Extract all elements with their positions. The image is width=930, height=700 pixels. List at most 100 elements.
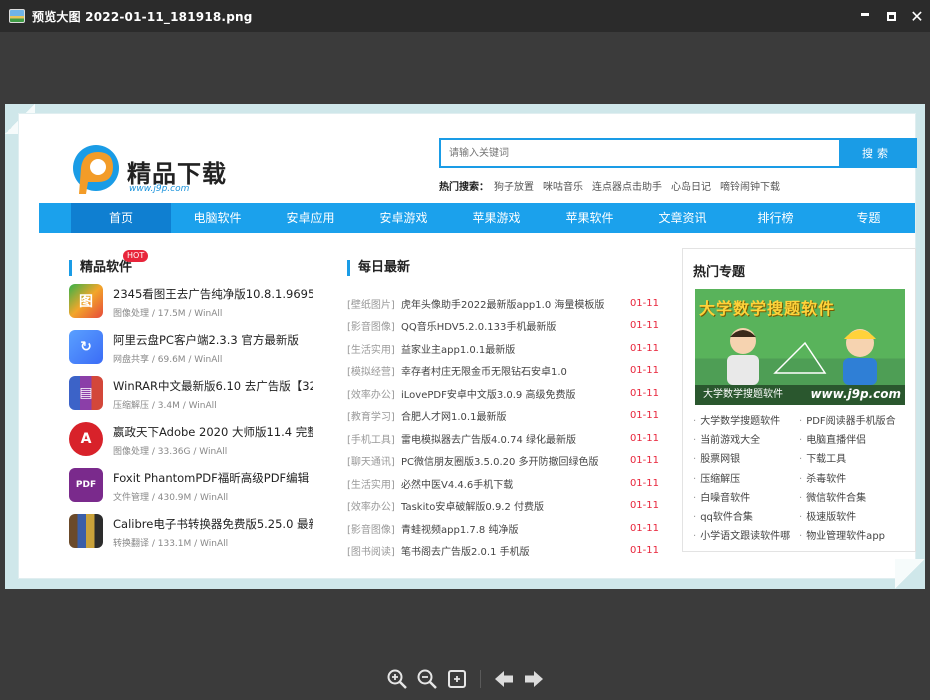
topic-link[interactable]: 物业管理软件app <box>799 528 909 546</box>
pdf-icon: PDF <box>69 468 103 502</box>
next-image-button[interactable] <box>523 668 545 690</box>
news-category: [图书阅读] <box>347 547 395 559</box>
nav-item-topics[interactable]: 专题 <box>822 203 915 233</box>
topic-link[interactable]: PDF阅读器手机版合 <box>799 413 909 431</box>
software-name: 2345看图王去广告纯净版10.8.1.9695 <box>113 287 313 301</box>
arrow-right-icon <box>524 671 543 687</box>
search-button[interactable]: 搜索 <box>839 140 915 166</box>
software-item[interactable]: ▤ WinRAR中文最新版6.10 去广告版【32 压缩解压 / 3.4M / … <box>69 376 319 422</box>
software-name: WinRAR中文最新版6.10 去广告版【32 <box>113 379 313 393</box>
adobe-icon: A <box>69 422 103 456</box>
news-item[interactable]: [影音图像] 青蛙视频app1.7.8 纯净版 01-11 <box>347 517 659 540</box>
news-item[interactable]: [效率办公] Taskito安卓破解版0.9.2 付费版 01-11 <box>347 495 659 518</box>
topic-link[interactable]: 电脑直播伴侣 <box>799 432 909 450</box>
nav-item-news[interactable]: 文章资讯 <box>636 203 729 233</box>
news-title: iLovePDF安卓中文版3.0.9 高级免费版 <box>401 389 576 401</box>
search-input[interactable] <box>441 140 839 166</box>
news-item[interactable]: [生活实用] 益家业主app1.0.1最新版 01-11 <box>347 337 659 360</box>
previous-image-button[interactable] <box>493 668 515 690</box>
news-date: 01-11 <box>629 387 659 399</box>
nav-item-ranking[interactable]: 排行榜 <box>729 203 822 233</box>
toolbar-separator <box>479 670 481 688</box>
nav-item-ios-software[interactable]: 苹果软件 <box>543 203 636 233</box>
software-item[interactable]: A 嬴政天下Adobe 2020 大师版11.4 完整 图像处理 / 33.36… <box>69 422 319 468</box>
site-logo[interactable]: 精品下载 www.j9p.com <box>71 144 261 204</box>
news-item[interactable]: [手机工具] 雷电模拟器去广告版4.0.74 绿化最新版 01-11 <box>347 427 659 450</box>
news-item[interactable]: [模拟经营] 幸存者村庄无限金币无限钻石安卓1.0 01-11 <box>347 360 659 383</box>
news-date: 01-11 <box>629 545 659 557</box>
news-item[interactable]: [影音图像] QQ音乐HDV5.2.0.133手机最新版 01-11 <box>347 315 659 338</box>
topic-link[interactable]: 杀毒软件 <box>799 471 909 489</box>
zoom-out-button[interactable] <box>416 668 438 690</box>
banner-url: www.j9p.com <box>810 387 901 401</box>
software-item[interactable]: 图 2345看图王去广告纯净版10.8.1.9695 图像处理 / 17.5M … <box>69 284 319 330</box>
news-category: [壁纸图片] <box>347 299 395 311</box>
software-name: Calibre电子书转换器免费版5.25.0 最新 <box>113 517 313 531</box>
hot-search-word[interactable]: 咪咕音乐 <box>543 178 583 193</box>
nav-item-ios-games[interactable]: 苹果游戏 <box>450 203 543 233</box>
topic-banner[interactable]: 大学数学搜题软件 大学数学搜题软件 www.j9p.com <box>695 289 905 405</box>
software-list: 图 2345看图王去广告纯净版10.8.1.9695 图像处理 / 17.5M … <box>69 284 319 560</box>
topic-link[interactable]: 极速版软件 <box>799 509 909 527</box>
cloud-drive-icon: ↻ <box>69 330 103 364</box>
topic-link[interactable]: 股票网银 <box>693 451 799 469</box>
maximize-button[interactable] <box>878 0 904 32</box>
software-item[interactable]: Calibre电子书转换器免费版5.25.0 最新 转换翻译 / 133.1M … <box>69 514 319 560</box>
topic-link[interactable]: 白噪音软件 <box>693 490 799 508</box>
software-meta: 转换翻译 / 133.1M / WinAll <box>113 539 229 549</box>
hot-search-word[interactable]: 连点器点击助手 <box>592 178 662 193</box>
news-category: [手机工具] <box>347 434 395 446</box>
close-button[interactable]: ✕ <box>904 0 930 32</box>
hot-search-word[interactable]: 嘀铃闹钟下载 <box>720 178 780 193</box>
topic-link[interactable]: 当前游戏大全 <box>693 432 799 450</box>
image-file-icon <box>9 9 25 23</box>
news-title: 合肥人才网1.0.1最新版 <box>401 412 507 424</box>
software-name: 嬴政天下Adobe 2020 大师版11.4 完整 <box>113 425 313 439</box>
news-list: [壁纸图片] 虎年头像助手2022最新版app1.0 海量模板版 01-11 [影音… <box>347 292 659 562</box>
topic-link[interactable]: 压缩解压 <box>693 471 799 489</box>
news-item[interactable]: [图书阅读] 笔书阁去广告版2.0.1 手机版 01-11 <box>347 540 659 563</box>
topic-links: 大学数学搜题软件 PDF阅读器手机版合 当前游戏大全 电脑直播伴侣 股票网银 下… <box>693 413 913 546</box>
news-item[interactable]: [聊天通讯] PC微信朋友圈版3.5.0.20 多开防撤回绿色版 01-11 <box>347 450 659 473</box>
topic-link[interactable]: 大学数学搜题软件 <box>693 413 799 431</box>
nav-item-pc-software[interactable]: 电脑软件 <box>171 203 264 233</box>
news-category: [模拟经营] <box>347 367 395 379</box>
preview-image: 精品下载 www.j9p.com 搜索 热门搜索： 狗子放置 咪咕音乐 连点器点… <box>5 104 925 589</box>
software-meta: 图像处理 / 17.5M / WinAll <box>113 309 223 319</box>
webpage-screenshot: 精品下载 www.j9p.com 搜索 热门搜索： 狗子放置 咪咕音乐 连点器点… <box>19 114 917 578</box>
news-item[interactable]: [壁纸图片] 虎年头像助手2022最新版app1.0 海量模板版 01-11 <box>347 292 659 315</box>
news-date: 01-11 <box>629 477 659 489</box>
fit-to-window-button[interactable] <box>446 668 468 690</box>
window-controls: ✕ <box>852 0 930 32</box>
news-title: Taskito安卓破解版0.9.2 付费版 <box>401 502 545 514</box>
news-item[interactable]: [效率办公] iLovePDF安卓中文版3.0.9 高级免费版 01-11 <box>347 382 659 405</box>
site-content: 精品下载 www.j9p.com 搜索 热门搜索： 狗子放置 咪咕音乐 连点器点… <box>27 114 917 578</box>
logo-url: www.j9p.com <box>129 184 190 194</box>
software-meta: 文件管理 / 430.9M / WinAll <box>113 493 229 503</box>
minimize-button[interactable] <box>852 0 878 32</box>
maximize-icon <box>886 11 896 21</box>
zoom-in-button[interactable] <box>386 668 408 690</box>
nav-item-android-apps[interactable]: 安卓应用 <box>264 203 357 233</box>
topics-title: 热门专题 <box>693 265 746 280</box>
topic-link[interactable]: 小学语文跟读软件哪 <box>693 528 799 546</box>
news-item[interactable]: [生活实用] 必然中医V4.4.6手机下载 01-11 <box>347 472 659 495</box>
hot-search-word[interactable]: 狗子放置 <box>494 178 534 193</box>
topic-link[interactable]: 微信软件合集 <box>799 490 909 508</box>
topic-link[interactable]: 下载工具 <box>799 451 909 469</box>
hot-search-label: 热门搜索： <box>439 182 489 193</box>
software-item[interactable]: PDF Foxit PhantomPDF福昕高级PDF编辑 文件管理 / 430… <box>69 468 319 514</box>
close-icon: ✕ <box>910 6 924 26</box>
news-section-title: 每日最新 <box>347 260 410 276</box>
software-item[interactable]: ↻ 阿里云盘PC客户端2.3.3 官方最新版 网盘共享 / 69.6M / Wi… <box>69 330 319 376</box>
software-name: Foxit PhantomPDF福昕高级PDF编辑 <box>113 471 310 485</box>
news-item[interactable]: [教育学习] 合肥人才网1.0.1最新版 01-11 <box>347 405 659 428</box>
news-category: [效率办公] <box>347 389 395 401</box>
hot-search-word[interactable]: 心岛日记 <box>671 178 711 193</box>
nav-item-home[interactable]: 首页 <box>71 203 171 233</box>
news-category: [教育学习] <box>347 412 395 424</box>
topic-link[interactable]: qq软件合集 <box>693 509 799 527</box>
news-title: 幸存者村庄无限金币无限钻石安卓1.0 <box>401 367 567 379</box>
fit-window-icon <box>447 670 466 688</box>
nav-item-android-games[interactable]: 安卓游戏 <box>357 203 450 233</box>
